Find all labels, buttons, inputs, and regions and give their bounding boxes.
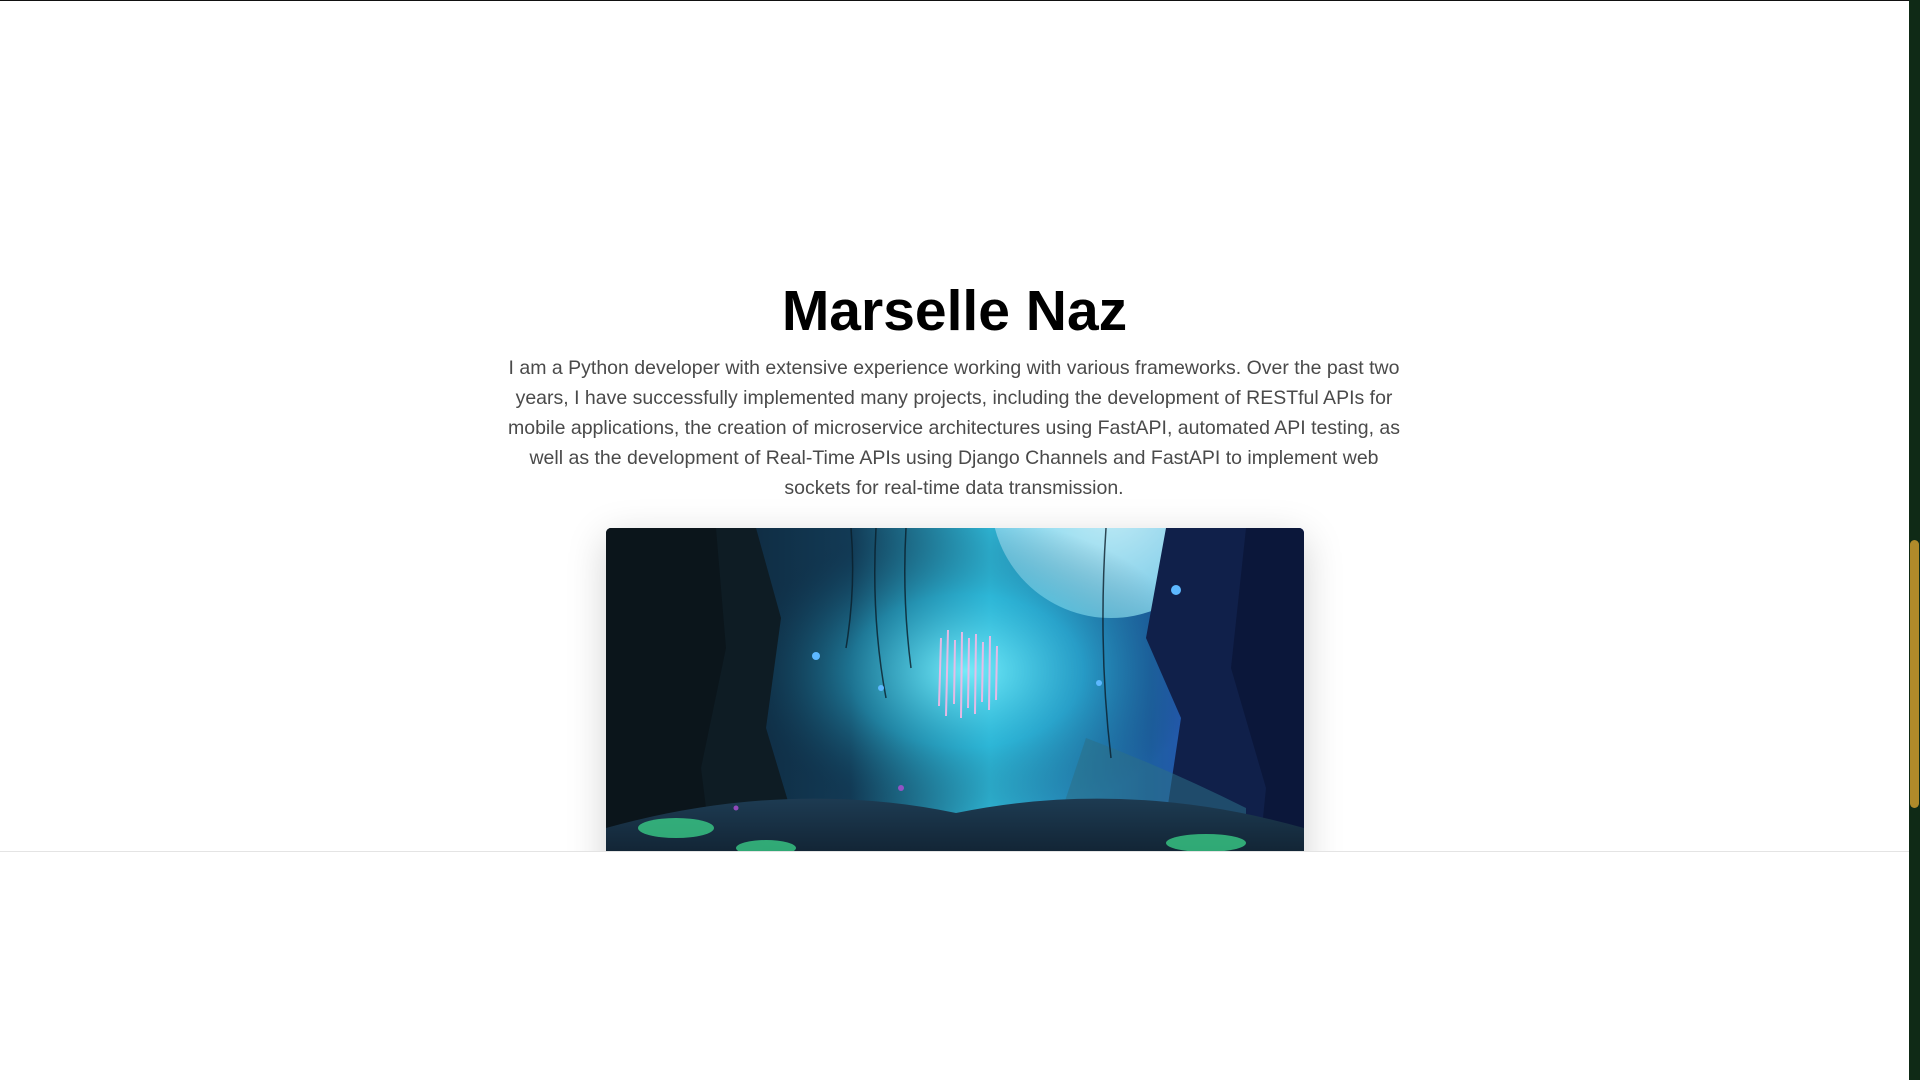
- hero-image: [606, 528, 1304, 851]
- profile-bio: I am a Python developer with extensive e…: [507, 357, 1401, 499]
- hero-section: Marselle Naz I am a Python developer wit…: [0, 0, 1909, 851]
- page-viewport: Marselle Naz I am a Python developer wit…: [0, 0, 1909, 1080]
- section-divider: [0, 851, 1909, 852]
- profile-name: Marselle Naz: [781, 279, 1128, 343]
- alien-forest-illustration: [606, 528, 1304, 851]
- scrollbar-thumb[interactable]: [1910, 540, 1919, 808]
